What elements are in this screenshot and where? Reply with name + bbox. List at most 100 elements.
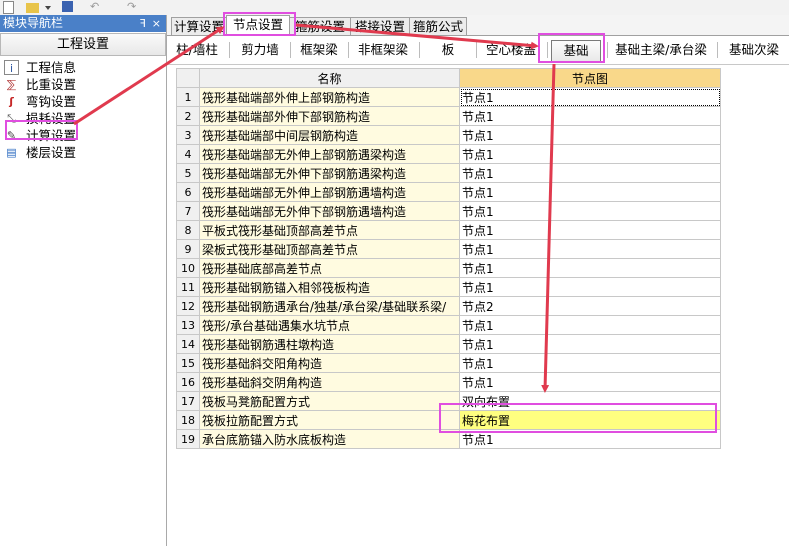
nav-list: i 工程信息 ⅀ 比重设置 ʃ 弯钩设置 ⤡ 损耗设置 ✎ 计算设置 ▤ 楼层设…: [0, 59, 166, 161]
open-folder-icon[interactable]: [26, 3, 39, 13]
redo-icon[interactable]: ↷: [127, 1, 139, 13]
row-node-cell[interactable]: 节点1: [459, 239, 721, 259]
nav-item-calc[interactable]: ✎ 计算设置: [0, 127, 166, 144]
nav-item-label: 损耗设置: [26, 111, 77, 126]
row-number: 12: [176, 296, 200, 316]
tab-frame-beam[interactable]: 框架梁: [293, 40, 345, 60]
column-header-node[interactable]: 节点图: [459, 68, 721, 88]
row-node-cell[interactable]: 节点2: [459, 296, 721, 316]
close-icon[interactable]: ×: [149, 15, 161, 32]
tab-foundation-main-beam[interactable]: 基础主梁/承台梁: [611, 40, 711, 60]
nav-item-hook[interactable]: ʃ 弯钩设置: [0, 93, 166, 110]
table-row[interactable]: 9 梁板式筏形基础顶部高差节点 节点1: [176, 239, 721, 259]
module-navigation-panel: 模块导航栏 ꟻ × 工程设置 i 工程信息 ⅀ 比重设置 ʃ 弯钩设置 ⤡ 损耗…: [0, 15, 167, 546]
row-node-cell[interactable]: 节点1: [459, 429, 721, 449]
row-node-cell[interactable]: 节点1: [459, 220, 721, 240]
tab-lap-settings[interactable]: 搭接设置: [350, 17, 410, 35]
new-file-icon[interactable]: [3, 1, 14, 14]
tab-foundation[interactable]: 基础: [551, 40, 601, 62]
row-name-cell: 筏形基础斜交阴角构造: [199, 372, 460, 392]
row-number: 5: [176, 163, 200, 183]
row-number: 4: [176, 144, 200, 164]
row-node-cell[interactable]: 节点1: [459, 277, 721, 297]
nav-item-label: 工程信息: [26, 60, 77, 75]
row-name-cell: 筏形基础端部中间层钢筋构造: [199, 125, 460, 145]
row-node-cell[interactable]: 节点1: [459, 144, 721, 164]
row-number: 8: [176, 220, 200, 240]
primary-tab-bar: 计算设置 节点设置 箍筋设置 搭接设置 箍筋公式: [167, 15, 789, 36]
tab-hollow-floor[interactable]: 空心楼盖: [479, 40, 543, 60]
row-number: 13: [176, 315, 200, 335]
tab-separator: [229, 42, 230, 58]
main-content: 计算设置 节点设置 箍筋设置 搭接设置 箍筋公式 柱/墙柱 剪力墙 框架梁 非框…: [167, 15, 789, 546]
table-body: 1 筏形基础端部外伸上部钢筋构造 节点1 2 筏形基础端部外伸下部钢筋构造 节点1 3 筏形基…: [176, 87, 721, 449]
row-node-cell[interactable]: 节点1: [459, 258, 721, 278]
row-name-cell: 筏形基础端部无外伸下部钢筋遇墙构造: [199, 201, 460, 221]
row-name-cell: 筏板马凳筋配置方式: [199, 391, 460, 411]
tab-stirrup-settings[interactable]: 箍筋设置: [289, 17, 351, 35]
row-node-cell[interactable]: 节点1: [459, 353, 721, 373]
row-number: 7: [176, 201, 200, 221]
table-row[interactable]: 18 筏板拉筋配置方式 梅花布置: [176, 410, 721, 430]
row-node-cell[interactable]: 节点1: [459, 106, 721, 126]
row-node-cell[interactable]: 节点1: [459, 163, 721, 183]
row-node-cell[interactable]: 节点1: [459, 125, 721, 145]
table-row[interactable]: 3 筏形基础端部中间层钢筋构造 节点1: [176, 125, 721, 145]
tab-calc-settings[interactable]: 计算设置: [171, 17, 227, 35]
info-icon: i: [4, 60, 19, 75]
table-row[interactable]: 8 平板式筏形基础顶部高差节点 节点1: [176, 220, 721, 240]
table-row[interactable]: 15 筏形基础斜交阳角构造 节点1: [176, 353, 721, 373]
tab-column[interactable]: 柱/墙柱: [167, 40, 227, 60]
quick-access-toolbar: ↶ ↷: [0, 0, 789, 15]
tab-separator: [607, 42, 608, 58]
tab-slab[interactable]: 板: [423, 40, 473, 60]
column-header-name[interactable]: 名称: [199, 68, 460, 88]
row-name-cell: 平板式筏形基础顶部高差节点: [199, 220, 460, 240]
row-node-cell[interactable]: 节点1: [459, 372, 721, 392]
row-name-cell: 梁板式筏形基础顶部高差节点: [199, 239, 460, 259]
tab-node-settings[interactable]: 节点设置: [226, 15, 290, 35]
undo-icon[interactable]: ↶: [90, 1, 102, 13]
table-row[interactable]: 14 筏形基础钢筋遇柱墩构造 节点1: [176, 334, 721, 354]
row-node-cell[interactable]: 节点1: [459, 334, 721, 354]
floor-icon: ▤: [6, 146, 17, 159]
nav-item-project-info[interactable]: i 工程信息: [0, 59, 166, 76]
save-icon[interactable]: [62, 1, 73, 12]
table-row[interactable]: 17 筏板马凳筋配置方式 双向布置: [176, 391, 721, 411]
secondary-tab-bar: 柱/墙柱 剪力墙 框架梁 非框架梁 板 空心楼盖 基础 基础主梁/承台梁 基础次…: [167, 36, 789, 65]
dropdown-arrow-icon[interactable]: [45, 6, 51, 10]
tab-shear-wall[interactable]: 剪力墙: [233, 40, 287, 60]
nav-item-loss[interactable]: ⤡ 损耗设置: [0, 110, 166, 127]
tab-non-frame-beam[interactable]: 非框架梁: [351, 40, 415, 60]
table-row[interactable]: 12 筏形基础钢筋遇承台/独基/承台梁/基础联系梁/节点2: [176, 296, 721, 316]
table-row[interactable]: 4 筏形基础端部无外伸上部钢筋遇梁构造 节点1: [176, 144, 721, 164]
table-row[interactable]: 1 筏形基础端部外伸上部钢筋构造 节点1: [176, 87, 721, 107]
row-name-cell: 承台底筋锚入防水底板构造: [199, 429, 460, 449]
nav-section-header[interactable]: 工程设置: [0, 33, 166, 56]
table-row[interactable]: 7 筏形基础端部无外伸下部钢筋遇墙构造 节点1: [176, 201, 721, 221]
row-node-cell[interactable]: 节点1: [459, 87, 721, 107]
table-row[interactable]: 19 承台底筋锚入防水底板构造 节点1: [176, 429, 721, 449]
tab-stirrup-formula[interactable]: 箍筋公式: [409, 17, 467, 35]
table-row[interactable]: 13 筏形/承台基础遇集水坑节点 节点1: [176, 315, 721, 335]
hook-icon: ʃ: [9, 95, 14, 108]
row-node-cell[interactable]: 节点1: [459, 182, 721, 202]
node-settings-table: 名称 节点图 1 筏形基础端部外伸上部钢筋构造 节点1 2 筏形基础端部外伸下部钢筋构造…: [176, 68, 721, 449]
nav-item-weight[interactable]: ⅀ 比重设置: [0, 76, 166, 93]
table-row[interactable]: 5 筏形基础端部无外伸下部钢筋遇梁构造 节点1: [176, 163, 721, 183]
table-row[interactable]: 16 筏形基础斜交阴角构造 节点1: [176, 372, 721, 392]
nav-item-floor[interactable]: ▤ 楼层设置: [0, 144, 166, 161]
row-name-cell: 筏形/承台基础遇集水坑节点: [199, 315, 460, 335]
tab-foundation-secondary-beam[interactable]: 基础次梁: [721, 40, 787, 60]
pin-icon[interactable]: ꟻ: [137, 15, 146, 32]
row-node-cell[interactable]: 节点1: [459, 315, 721, 335]
table-row[interactable]: 10 筏形基础底部高差节点 节点1: [176, 258, 721, 278]
table-row[interactable]: 11 筏形基础钢筋锚入相邻筏板构造 节点1: [176, 277, 721, 297]
table-row[interactable]: 6 筏形基础端部无外伸上部钢筋遇墙构造 节点1: [176, 182, 721, 202]
row-number: 3: [176, 125, 200, 145]
row-node-cell[interactable]: 梅花布置: [459, 410, 721, 430]
table-row[interactable]: 2 筏形基础端部外伸下部钢筋构造 节点1: [176, 106, 721, 126]
row-node-cell[interactable]: 节点1: [459, 201, 721, 221]
loss-icon: ⤡: [7, 112, 16, 125]
row-node-cell[interactable]: 双向布置: [459, 391, 721, 411]
